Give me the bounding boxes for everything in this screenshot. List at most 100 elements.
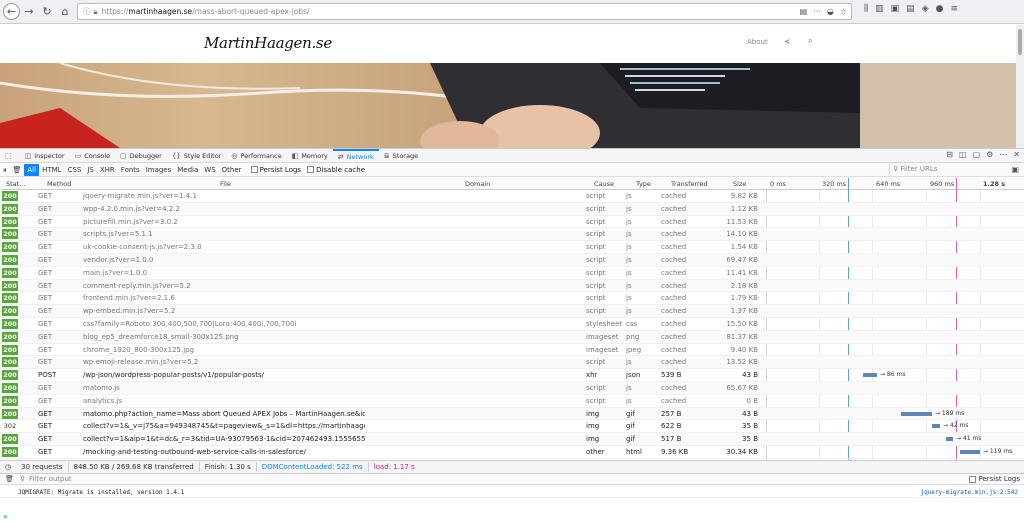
site-logo[interactable]: MartinHaagen.se <box>204 34 332 52</box>
reload-button[interactable]: ↻ <box>38 3 56 21</box>
request-type: js <box>626 204 632 213</box>
tab-inspector[interactable]: ◫ Inspector <box>20 149 70 163</box>
persist-logs-checkbox[interactable]: Persist Logs <box>250 166 301 174</box>
shield-icon[interactable]: ◈ <box>922 4 929 14</box>
filter-html[interactable]: HTML <box>39 164 64 176</box>
request-row[interactable]: 200 POST/wp-json/wordpress-popular-posts/… <box>0 369 1024 382</box>
request-row[interactable]: 200GETwpp-4.2.0.min.js?ver=4.2.2🔒︎ marti… <box>0 202 1024 216</box>
request-row[interactable]: 200GETanalytics.js🔒︎ www.google-analytic… <box>0 395 1024 408</box>
col-transferred[interactable]: Transferred <box>671 180 708 188</box>
tab-storage[interactable]: ≣ Storage <box>379 149 423 163</box>
clear-console-icon[interactable]: 🗑︎ <box>5 475 14 483</box>
tab-console[interactable]: ▭ Console <box>70 149 115 163</box>
url-bar[interactable]: ⓘ 🔒︎ https:// martinhaagen.se /mass-abor… <box>77 3 852 20</box>
request-row[interactable]: 200GETfrontend.min.js?ver=2.1.6🔒︎ martin… <box>0 292 1024 306</box>
menu-icon[interactable]: ≡ <box>950 4 958 14</box>
filter-icon: ⊽ <box>19 475 26 483</box>
account-icon[interactable]: ● <box>936 4 944 14</box>
tab-network[interactable]: ⇄ Network <box>332 148 379 163</box>
filter-ws[interactable]: WS <box>201 164 218 176</box>
filter-fonts[interactable]: Fonts <box>118 164 143 176</box>
request-cause: script <box>586 294 606 303</box>
request-row[interactable]: 200GETscripts.js?ver=5.1.1🔒︎ martinhaage… <box>0 228 1024 242</box>
tab-performance[interactable]: ◎ Performance <box>226 149 286 163</box>
request-method: GET <box>38 294 53 303</box>
col-status[interactable]: Stat… <box>6 180 26 188</box>
split-console-icon[interactable]: ⊟ <box>946 150 953 159</box>
request-cause: img <box>586 422 600 431</box>
pause-icon[interactable]: ⏸ <box>0 164 10 176</box>
filter-other[interactable]: Other <box>219 164 245 176</box>
share-icon[interactable]: < <box>784 37 791 46</box>
undock-icon[interactable]: ▢ <box>973 150 981 159</box>
filter-images[interactable]: Images <box>143 164 175 176</box>
col-file[interactable]: File <box>220 180 231 188</box>
page-scrollbar[interactable] <box>1016 25 1024 148</box>
request-method: GET <box>38 281 53 290</box>
performance-analysis-icon[interactable]: ◷ <box>0 462 16 472</box>
settings-gear-icon[interactable]: ⚙ <box>986 150 993 159</box>
toggle-sidebar-icon[interactable]: ▣ <box>1011 165 1019 174</box>
request-row[interactable]: 200GETwp-emoji-release.min.js?ver=5.2🔒︎ … <box>0 356 1024 370</box>
bookmark-star-icon[interactable]: ☆ <box>840 7 847 16</box>
request-row[interactable]: 200GETpicturefill.min.js?ver=3.0.2🔒︎ mar… <box>0 216 1024 229</box>
filter-js[interactable]: JS <box>84 164 97 176</box>
col-type[interactable]: Type <box>636 180 651 188</box>
console-filter-input[interactable]: Filter output <box>29 475 72 483</box>
back-button[interactable]: ← <box>3 3 20 20</box>
request-row[interactable]: 200GETwp-embed.min.js?ver=5.2🔒︎ martinha… <box>0 305 1024 318</box>
page-actions-icon[interactable]: ··· <box>813 7 821 16</box>
col-domain[interactable]: Domain <box>465 180 490 188</box>
request-row[interactable]: 200 GET blog_ep5_dreamforce18_small-300x12… <box>0 330 1024 344</box>
dock-icon[interactable]: ◫ <box>959 150 967 159</box>
close-icon[interactable]: ✕ <box>1013 150 1020 159</box>
request-row[interactable]: 302 GET collect?v=1&_v=j75&a=949348745&t=p… <box>0 420 1024 434</box>
home-button[interactable]: ⌂ <box>56 3 74 21</box>
request-row[interactable]: 200GETmain.js?ver=1.0.0🔒︎ martinhaagen.s… <box>0 267 1024 280</box>
reader-icon[interactable]: ▤ <box>906 4 915 14</box>
devtools-tabbar: ⬚ ◫ Inspector ▭ Console ▢ Debugger {} Style … <box>0 148 1024 163</box>
tab-debugger[interactable]: ▢ Debugger <box>115 149 167 163</box>
request-row[interactable]: 200 GET collect?v=1&aip=1&t=dc&_r=3&tid=UA… <box>0 433 1024 446</box>
filter-xhr[interactable]: XHR <box>97 164 118 176</box>
pick-element-button[interactable]: ⬚ <box>0 149 20 163</box>
request-row[interactable]: 200GETvendor.js?ver=1.0.0🔒︎ martinhaagen… <box>0 254 1024 267</box>
request-row[interactable]: 200GETjquery-migrate.min.js?ver=1.4.1🔒︎ … <box>0 190 1024 203</box>
status-badge: 200 <box>2 319 18 329</box>
nav-about-link[interactable]: About <box>747 38 768 46</box>
request-row[interactable]: 200GETmatomo.js🔒︎ matomo.mbh.sescriptjsc… <box>0 382 1024 395</box>
reader-view-icon[interactable]: ▤ <box>800 7 808 16</box>
filter-all[interactable]: All <box>24 163 40 176</box>
console-persist-logs-checkbox[interactable]: Persist Logs <box>969 475 1020 483</box>
request-row[interactable]: 200 GET/mocking-and-testing-outbound-web-… <box>0 446 1024 459</box>
filter-media[interactable]: Media <box>174 164 201 176</box>
trash-icon[interactable]: 🗑︎ <box>10 164 25 176</box>
status-badge: 200 <box>2 383 18 393</box>
info-icon[interactable]: ⓘ <box>83 6 91 17</box>
extension-icon[interactable]: ▣ <box>891 4 900 14</box>
status-badge: 200 <box>2 395 18 406</box>
console-message-source[interactable]: jquery-migrate.min.js:2:542 <box>920 489 1018 496</box>
filter-urls-input[interactable]: ⊽ Filter URLs <box>889 164 1007 175</box>
more-options-icon[interactable]: ⋯ <box>999 150 1007 159</box>
request-method: GET <box>38 422 53 431</box>
filter-css[interactable]: CSS <box>65 164 85 176</box>
request-row[interactable]: 200 GET css?family=Roboto:300,400,500,700|… <box>0 318 1024 331</box>
disable-cache-checkbox[interactable]: Disable cache <box>307 166 365 174</box>
request-row[interactable]: 200 GET matomo.php?action_name=Mass abort … <box>0 407 1024 421</box>
tab-style-editor[interactable]: {} Style Editor <box>167 149 227 163</box>
request-file: comment-reply.min.js?ver=5.2 <box>83 281 191 290</box>
request-row[interactable]: 200GETcomment-reply.min.js?ver=5.2🔒︎ mar… <box>0 279 1024 293</box>
request-row[interactable]: 200GETchrome_1920_800-300x125.jpg🔒︎ mart… <box>0 344 1024 357</box>
tab-memory[interactable]: ◧ Memory <box>287 149 333 163</box>
request-row[interactable]: 200GETuk-cookie-consent-js.js?ver=2.3.0🔒… <box>0 241 1024 254</box>
pocket-icon[interactable]: ◒ <box>827 7 834 16</box>
col-size[interactable]: Size <box>733 180 746 188</box>
col-method[interactable]: Method <box>47 180 71 188</box>
col-cause[interactable]: Cause <box>594 180 614 188</box>
library-icon[interactable]: ⫼ <box>864 4 868 14</box>
console-input-prompt[interactable]: » <box>3 512 8 521</box>
sidebar-icon[interactable]: ▥ <box>875 4 884 14</box>
search-icon[interactable]: ⌕ <box>808 36 812 46</box>
forward-button[interactable]: → <box>20 3 38 21</box>
